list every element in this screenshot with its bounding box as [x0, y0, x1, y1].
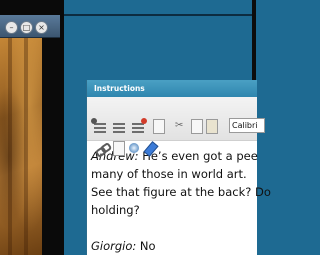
cut-icon[interactable]: ✂	[175, 120, 189, 134]
numbered-list-icon[interactable]	[112, 120, 126, 134]
document-icon[interactable]	[113, 141, 125, 156]
print-icon[interactable]	[153, 119, 165, 134]
dialogue-line: Giorgio: No	[91, 237, 257, 255]
panel-title: Instructions	[87, 80, 257, 97]
editor-toolbar: ✂ Calibri	[87, 97, 265, 157]
maximize-button[interactable]: □	[20, 21, 33, 34]
minimize-button[interactable]: –	[5, 21, 18, 34]
desktop-divider	[64, 14, 252, 16]
dialogue-text: many of those in world art.	[91, 167, 247, 181]
background-artwork-image	[0, 38, 42, 255]
dialogue-text: See that figure at the back? Do	[91, 185, 271, 199]
list-remove-icon[interactable]	[131, 118, 147, 134]
instructions-panel: Instructions ✂ Calibri Andrew: He’s even…	[86, 80, 271, 255]
close-button[interactable]: ×	[35, 21, 48, 34]
paste-icon[interactable]	[206, 119, 218, 134]
copy-icon[interactable]	[191, 119, 203, 134]
dialogue-line: holding?	[91, 201, 257, 219]
media-icon[interactable]	[129, 143, 139, 153]
dialogue-line: See that figure at the back? Do	[91, 183, 271, 201]
dialogue-text: No	[136, 239, 156, 253]
font-family-select[interactable]: Calibri	[229, 118, 265, 133]
bullet-list-add-icon[interactable]	[91, 118, 107, 134]
dialogue-line: many of those in world art.	[91, 165, 257, 183]
speaker-name: Giorgio:	[91, 239, 137, 253]
instructions-text: Andrew: He’s even got a pee many of thos…	[87, 141, 271, 255]
dialogue-text: He’s even got a pee	[138, 149, 258, 163]
link-icon[interactable]	[96, 144, 108, 154]
dialogue-text: holding?	[91, 203, 140, 217]
